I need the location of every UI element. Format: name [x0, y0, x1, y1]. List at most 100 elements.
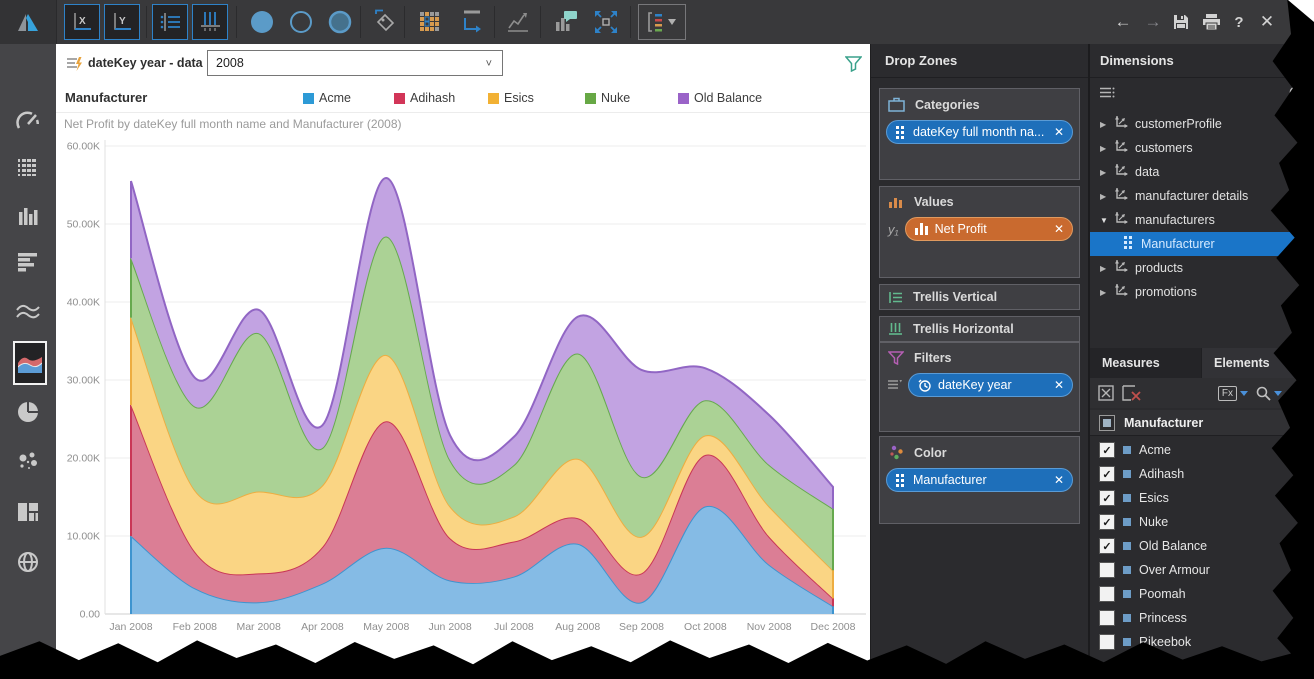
checkbox-unchecked[interactable]: ✓: [1099, 586, 1115, 602]
remove-values-chip-icon[interactable]: ✕: [1048, 222, 1064, 236]
color-drop-zone[interactable]: Color Manufacturer ✕: [879, 436, 1080, 524]
element-group-row[interactable]: Manufacturer: [1090, 410, 1314, 436]
element-row-rikeebok[interactable]: ✓Rikeebok: [1090, 630, 1314, 654]
refresh-button[interactable]: [1290, 385, 1306, 401]
back-button[interactable]: ←: [1108, 0, 1138, 44]
x-axis-button[interactable]: X: [64, 4, 100, 40]
tree-item-manufacturer[interactable]: Manufacturer: [1090, 232, 1312, 256]
point-style-filled-button[interactable]: [244, 4, 280, 40]
tree-item-customers[interactable]: ▶customers: [1090, 136, 1314, 160]
tree-item-promotions[interactable]: ▶promotions: [1090, 280, 1314, 304]
list-menu-icon[interactable]: [1100, 87, 1115, 99]
expand-arrow-icon[interactable]: ▶: [1100, 192, 1114, 201]
search-icon[interactable]: [1289, 86, 1304, 101]
tree-item-customerprofile[interactable]: ▶customerProfile: [1090, 112, 1314, 136]
checkbox-checked[interactable]: ✓: [1099, 538, 1115, 554]
legend-item-adihash[interactable]: Adihash: [394, 91, 455, 105]
checkbox-unchecked[interactable]: ✓: [1099, 562, 1115, 578]
legend-item-acme[interactable]: Acme: [303, 91, 351, 105]
tree-item-products[interactable]: ▶products: [1090, 256, 1314, 280]
element-row-nuke[interactable]: ✓Nuke: [1090, 510, 1314, 534]
gridlines-button[interactable]: [192, 4, 228, 40]
formula-button[interactable]: Fx: [1218, 386, 1248, 401]
sidebar-item-table[interactable]: [0, 145, 56, 189]
remove-filters-chip-icon[interactable]: ✕: [1048, 378, 1064, 392]
legend-item-esics[interactable]: Esics: [488, 91, 534, 105]
legend-button[interactable]: [152, 4, 188, 40]
sidebar-item-area-chart[interactable]: [13, 341, 47, 385]
app-logo[interactable]: [0, 0, 57, 44]
sidebar-item-pie-chart[interactable]: [0, 390, 56, 434]
element-row-poomah[interactable]: ✓Poomah: [1090, 582, 1314, 606]
print-button[interactable]: [1196, 0, 1226, 44]
color-chip[interactable]: Manufacturer ✕: [886, 468, 1073, 492]
maximize-visual-button[interactable]: [588, 4, 624, 40]
sidebar-item-gauge[interactable]: [0, 100, 56, 144]
clear-selection-button[interactable]: [1122, 385, 1142, 401]
trendline-button[interactable]: [500, 4, 536, 40]
sidebar-item-treemap[interactable]: [0, 490, 56, 534]
remove-categories-chip-icon[interactable]: ✕: [1048, 125, 1064, 139]
tree-item-data[interactable]: ▶data: [1090, 160, 1314, 184]
tab-elements[interactable]: Elements: [1202, 348, 1314, 378]
legend-item-old-balance[interactable]: Old Balance: [678, 91, 762, 105]
expand-arrow-icon[interactable]: ▶: [1100, 168, 1114, 177]
tree-item-manufacturers[interactable]: ▼manufacturers: [1090, 208, 1314, 232]
categories-chip[interactable]: dateKey full month na... ✕: [886, 120, 1073, 144]
data-grid-button[interactable]: [412, 4, 448, 40]
checkbox-checked[interactable]: ✓: [1099, 514, 1115, 530]
values-chip[interactable]: Net Profit ✕: [905, 217, 1073, 241]
sidebar-item-horizontal-bar-chart[interactable]: [0, 240, 56, 284]
categories-drop-zone[interactable]: Categories dateKey full month na... ✕: [879, 88, 1080, 180]
tree-item-manufacturer-details[interactable]: ▶manufacturer details: [1090, 184, 1314, 208]
annotation-button[interactable]: [548, 4, 584, 40]
trellis-vertical-drop-zone[interactable]: Trellis Vertical: [879, 284, 1080, 310]
chart-plot[interactable]: 0.0010.00K20.00K30.00K40.00K50.00K60.00K…: [56, 134, 870, 646]
sidebar-item-map[interactable]: [0, 540, 56, 584]
year-dropdown[interactable]: 2008 ˅: [207, 50, 503, 76]
group-checkbox[interactable]: [1099, 415, 1115, 431]
checkbox-unchecked[interactable]: ✓: [1099, 634, 1115, 650]
element-row-old-balance[interactable]: ✓Old Balance: [1090, 534, 1314, 558]
values-drop-zone[interactable]: Values y₁ Net Profit ✕: [879, 186, 1080, 278]
expand-arrow-icon[interactable]: ▶: [1100, 120, 1114, 129]
filter-funnel-icon[interactable]: [845, 55, 862, 72]
forward-button[interactable]: →: [1138, 0, 1168, 44]
legend-item-nuke[interactable]: Nuke: [585, 91, 630, 105]
trellis-horizontal-drop-zone[interactable]: Trellis Horizontal: [879, 316, 1080, 342]
filters-drop-zone[interactable]: Filters dateKey year ✕: [879, 342, 1080, 432]
point-style-hollow-button[interactable]: [283, 4, 319, 40]
element-row-acme[interactable]: ✓Acme: [1090, 438, 1314, 462]
save-button[interactable]: [1166, 0, 1196, 44]
search-elements-button[interactable]: [1256, 386, 1282, 401]
elements-scrollbar[interactable]: [1302, 438, 1310, 676]
scrollbar-thumb[interactable]: [1302, 438, 1310, 556]
y-axis-button[interactable]: Y: [104, 4, 140, 40]
checkbox-unchecked[interactable]: ✓: [1099, 610, 1115, 626]
checkbox-checked[interactable]: ✓: [1099, 466, 1115, 482]
sidebar-item-scatter-chart[interactable]: [0, 440, 56, 484]
close-button[interactable]: ✕: [1252, 0, 1282, 44]
remove-color-chip-icon[interactable]: ✕: [1048, 473, 1064, 487]
checkbox-checked[interactable]: ✓: [1099, 442, 1115, 458]
sidebar-item-bar-chart[interactable]: [0, 194, 56, 238]
element-row-esics[interactable]: ✓Esics: [1090, 486, 1314, 510]
data-grid-icon: [417, 9, 443, 35]
checkbox-checked[interactable]: ✓: [1099, 490, 1115, 506]
help-button[interactable]: ?: [1224, 0, 1254, 44]
expand-arrow-icon[interactable]: ▶: [1100, 264, 1114, 273]
expand-arrow-icon[interactable]: ▶: [1100, 288, 1114, 297]
tab-measures[interactable]: Measures: [1090, 348, 1202, 378]
sidebar-item-line-chart[interactable]: [0, 290, 56, 334]
collapse-arrow-icon[interactable]: ▼: [1100, 216, 1114, 225]
point-style-outlined-button[interactable]: [322, 4, 358, 40]
expand-arrow-icon[interactable]: ▶: [1100, 144, 1114, 153]
pivot-button[interactable]: [452, 4, 488, 40]
labels-button[interactable]: [368, 4, 404, 40]
element-row-over-armour[interactable]: ✓Over Armour: [1090, 558, 1314, 582]
filters-chip[interactable]: dateKey year ✕: [908, 373, 1073, 397]
clear-all-button[interactable]: [1098, 385, 1114, 401]
element-row-princess[interactable]: ✓Princess: [1090, 606, 1314, 630]
series-options-dropdown[interactable]: [638, 4, 686, 40]
element-row-adihash[interactable]: ✓Adihash: [1090, 462, 1314, 486]
